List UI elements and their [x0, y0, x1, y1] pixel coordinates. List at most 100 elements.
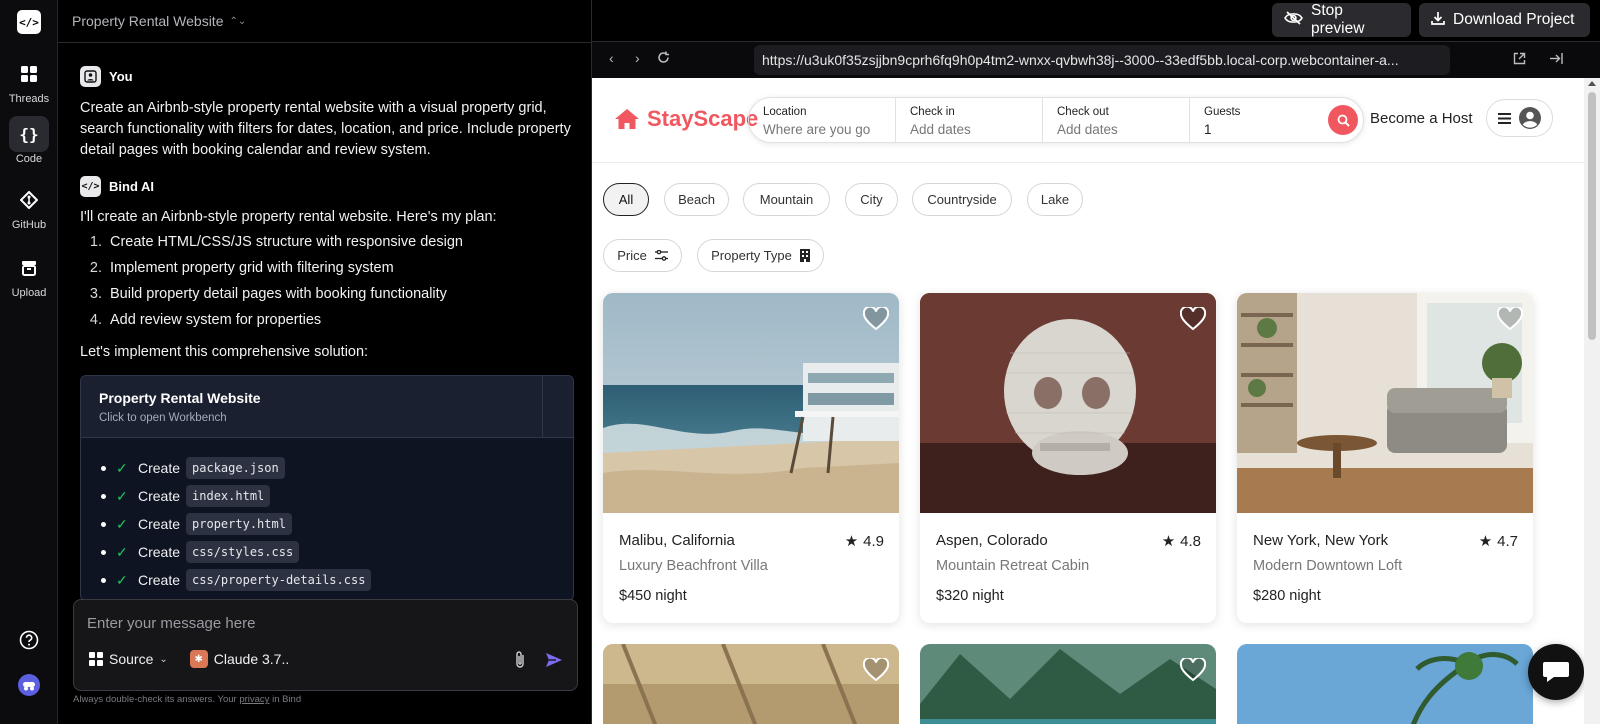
left-rail: </> Threads {} Code GitHub Upload: [0, 0, 58, 724]
property-name: Modern Downtown Loft: [1253, 558, 1403, 574]
category-city[interactable]: City: [845, 183, 898, 216]
divider: [542, 376, 543, 438]
chat-widget-button[interactable]: [1528, 644, 1584, 700]
rail-item-code[interactable]: {} Code: [0, 116, 58, 165]
menu-icon: [1498, 112, 1511, 124]
privacy-link[interactable]: privacy: [239, 694, 269, 705]
stop-preview-button[interactable]: Stop preview: [1272, 2, 1411, 37]
scrollbar-thumb[interactable]: [1588, 92, 1596, 340]
user-author: You: [80, 66, 133, 87]
check-icon: ✓: [116, 459, 128, 476]
heart-icon[interactable]: [1180, 658, 1206, 682]
forward-icon[interactable]: ›: [635, 50, 640, 66]
composer-controls: Source ⌄ ✱ Claude 3.7..: [89, 650, 289, 668]
heart-icon[interactable]: [863, 307, 889, 331]
property-name: Mountain Retreat Cabin: [936, 558, 1090, 574]
heart-icon[interactable]: [863, 658, 889, 682]
open-external-icon[interactable]: [1513, 52, 1526, 68]
guests-input[interactable]: [1204, 122, 1312, 137]
ai-outro: Let's implement this comprehensive solut…: [80, 344, 369, 360]
project-title: Property Rental Website: [72, 13, 224, 29]
composer-actions: [513, 650, 563, 675]
help-icon[interactable]: [0, 630, 58, 650]
property-card[interactable]: [920, 644, 1216, 724]
message-composer: Source ⌄ ✱ Claude 3.7..: [73, 599, 578, 691]
search-bar: Location Check in Check out Guests: [748, 97, 1364, 143]
preview-toolbar: Stop preview Download Project: [592, 0, 1600, 42]
rail-label: Threads: [8, 93, 50, 105]
property-type-filter-button[interactable]: Property Type: [697, 239, 824, 272]
property-card[interactable]: [603, 644, 899, 724]
property-price: $280 night: [1253, 588, 1321, 604]
refresh-icon[interactable]: [657, 51, 670, 67]
list-item: 2. Implement property grid with filtering…: [89, 260, 394, 276]
property-card[interactable]: [1237, 644, 1533, 724]
checkin-segment[interactable]: Check in: [896, 98, 1043, 142]
checkin-input[interactable]: [910, 122, 1018, 137]
category-lake[interactable]: Lake: [1027, 183, 1083, 216]
collapse-panel-icon[interactable]: [1549, 52, 1563, 68]
category-countryside[interactable]: Countryside: [912, 183, 1012, 216]
rail-item-upload[interactable]: Upload: [0, 250, 58, 299]
price-filter-button[interactable]: Price: [603, 239, 682, 272]
category-beach[interactable]: Beach: [664, 183, 729, 216]
check-icon: ✓: [116, 515, 128, 532]
workbench-header[interactable]: Property Rental Website Click to open Wo…: [81, 376, 573, 438]
property-price: $320 night: [936, 588, 1004, 604]
paperclip-icon[interactable]: [513, 650, 527, 675]
rail-label: GitHub: [11, 219, 47, 231]
sliders-icon: [654, 250, 668, 261]
workbench-subtitle: Click to open Workbench: [99, 412, 227, 424]
braces-icon: {}: [9, 116, 49, 152]
model-selector[interactable]: Claude 3.7..: [214, 651, 290, 667]
download-project-button[interactable]: Download Project: [1419, 3, 1590, 37]
project-selector[interactable]: Property Rental Website ⌃⌄: [58, 0, 591, 43]
property-location: New York, New York: [1253, 532, 1389, 549]
eye-off-icon: [1284, 10, 1303, 30]
checkout-segment[interactable]: Check out: [1043, 98, 1190, 142]
category-mountain[interactable]: Mountain: [743, 183, 830, 216]
rail-item-github[interactable]: GitHub: [0, 182, 58, 231]
location-segment[interactable]: Location: [749, 98, 896, 142]
avatar-icon[interactable]: [0, 674, 58, 696]
brand-logo[interactable]: StayScape: [614, 106, 758, 132]
category-all[interactable]: All: [603, 183, 649, 216]
checkout-input[interactable]: [1057, 122, 1165, 137]
github-icon: [9, 182, 49, 218]
become-host-link[interactable]: Become a Host: [1370, 110, 1473, 127]
rail-item-threads[interactable]: Threads: [0, 56, 58, 105]
scrollbar[interactable]: [1584, 78, 1600, 724]
brand-name: StayScape: [647, 106, 759, 131]
property-photo: [603, 293, 899, 513]
bind-logo[interactable]: </>: [17, 10, 41, 34]
heart-icon[interactable]: [1497, 307, 1523, 331]
property-photo: [1237, 293, 1533, 513]
property-card[interactable]: New York, New York ★ 4.7 Modern Downtown …: [1237, 293, 1533, 623]
property-rating: ★ 4.9: [844, 532, 884, 551]
code-icon: </>: [80, 176, 101, 197]
back-icon[interactable]: ‹: [609, 50, 614, 66]
chat-bubble-icon: [1543, 662, 1569, 682]
message-input[interactable]: [74, 600, 577, 646]
guests-segment[interactable]: Guests: [1190, 98, 1337, 142]
plan-list: 1. Create HTML/CSS/JS structure with resp…: [80, 229, 463, 333]
user-message: Create an Airbnb-style property rental w…: [80, 100, 571, 158]
search-button[interactable]: [1328, 105, 1358, 135]
star-icon: ★: [1478, 533, 1493, 550]
property-name: Luxury Beachfront Villa: [619, 558, 768, 574]
workbench-card[interactable]: Property Rental Website Click to open Wo…: [80, 375, 574, 601]
workbench-steps: ✓ Create package.json ✓ Create index.html ✓ C…: [81, 438, 573, 594]
source-dropdown[interactable]: Source: [109, 651, 153, 667]
url-field[interactable]: https://u3uk0f35zsjjbn9cprh6fq9h0p4tm2-w…: [754, 45, 1450, 75]
list-item: 1. Create HTML/CSS/JS structure with resp…: [89, 234, 463, 250]
ai-name: Bind AI: [109, 179, 155, 194]
list-item: ✓ Create css/styles.css: [101, 538, 573, 566]
send-icon[interactable]: [545, 652, 563, 673]
location-input[interactable]: [763, 122, 871, 137]
property-card[interactable]: Aspen, Colorado ★ 4.8 Mountain Retreat Ca…: [920, 293, 1216, 623]
disclaimer: Always double-check its answers. Your pr…: [73, 694, 302, 705]
property-card[interactable]: Malibu, California ★ 4.9 Luxury Beachfron…: [603, 293, 899, 623]
user-menu-button[interactable]: [1486, 99, 1553, 137]
heart-icon[interactable]: [1180, 307, 1206, 331]
upload-icon: [9, 250, 49, 286]
